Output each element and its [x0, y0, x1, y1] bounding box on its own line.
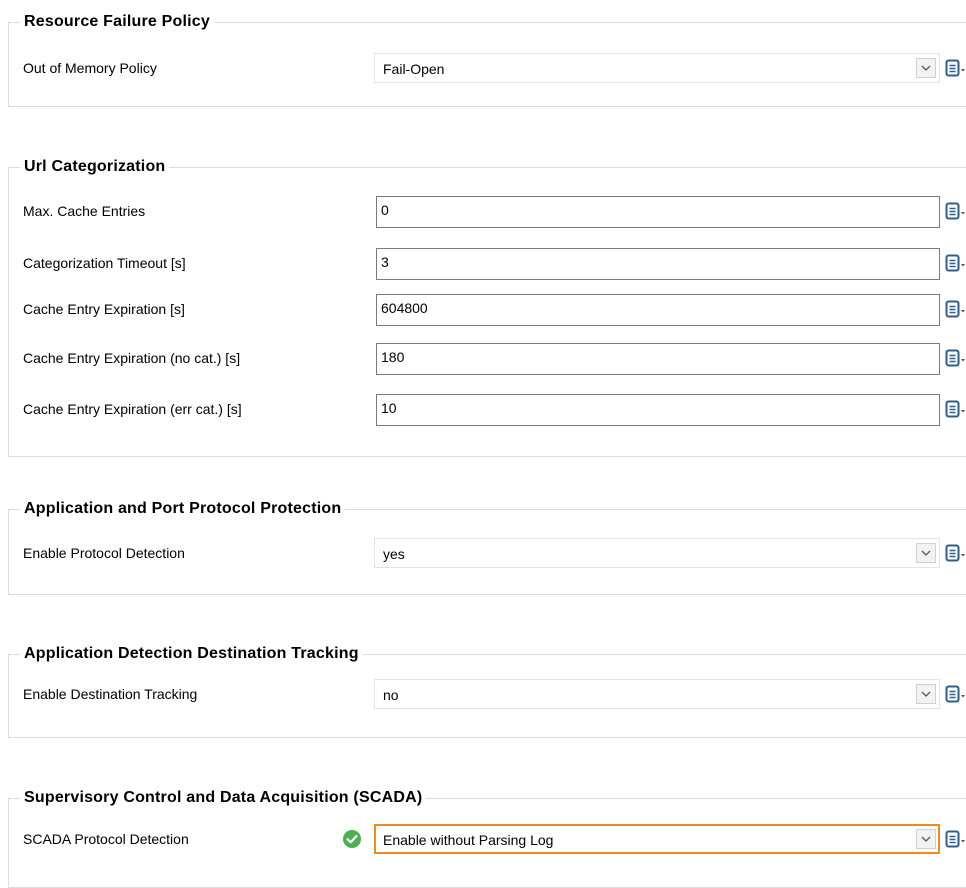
input-value: 180 [381, 349, 405, 365]
clipboard-menu-icon[interactable] [944, 201, 966, 221]
select-value: yes [383, 546, 405, 562]
cache-entry-expiration-no-cat-input[interactable]: 180 [376, 343, 940, 375]
enable-protocol-detection-select[interactable]: yes [374, 538, 940, 568]
clipboard-menu-icon[interactable] [944, 58, 966, 78]
max-cache-entries-input[interactable]: 0 [376, 196, 940, 228]
select-value: Fail-Open [383, 61, 445, 77]
field-label: Enable Protocol Detection [23, 545, 185, 561]
clipboard-menu-icon[interactable] [944, 829, 966, 849]
row-enable-destination-tracking: Enable Destination Tracking no [9, 679, 966, 709]
group-resource-failure-policy: Resource Failure Policy Out of Memory Po… [8, 12, 966, 107]
row-cache-entry-expiration: Cache Entry Expiration [s] 604800 [9, 294, 966, 326]
group-application-port-protocol-protection: Application and Port Protocol Protection… [8, 499, 966, 595]
input-value: 0 [381, 202, 389, 218]
row-max-cache-entries: Max. Cache Entries 0 [9, 196, 966, 228]
field-label: Categorization Timeout [s] [23, 255, 186, 271]
field-label: Out of Memory Policy [23, 60, 157, 76]
clipboard-menu-icon[interactable] [944, 684, 966, 704]
row-cache-entry-expiration-no-cat: Cache Entry Expiration (no cat.) [s] 180 [9, 343, 966, 375]
select-value: no [383, 687, 399, 703]
enable-destination-tracking-select[interactable]: no [374, 679, 940, 709]
group-title: Resource Failure Policy [20, 12, 215, 32]
cache-entry-expiration-input[interactable]: 604800 [376, 294, 940, 326]
select-value: Enable without Parsing Log [383, 832, 554, 848]
field-label: Cache Entry Expiration [s] [23, 301, 185, 317]
input-value: 604800 [381, 300, 428, 316]
check-circle-icon [342, 829, 362, 849]
input-value: 10 [381, 400, 397, 416]
group-title: Application and Port Protocol Protection [20, 499, 346, 519]
field-label: Cache Entry Expiration (err cat.) [s] [23, 401, 242, 417]
group-url-categorization: Url Categorization Max. Cache Entries 0 … [8, 157, 966, 457]
field-label: Cache Entry Expiration (no cat.) [s] [23, 350, 241, 366]
categorization-timeout-input[interactable]: 3 [376, 248, 940, 280]
field-label: Enable Destination Tracking [23, 686, 198, 702]
clipboard-menu-icon[interactable] [944, 399, 966, 419]
group-title: Url Categorization [20, 157, 170, 177]
group-title: Application Detection Destination Tracki… [20, 644, 363, 664]
row-enable-protocol-detection: Enable Protocol Detection yes [9, 538, 966, 568]
group-application-detection-destination-tracking: Application Detection Destination Tracki… [8, 644, 966, 738]
scada-protocol-detection-select[interactable]: Enable without Parsing Log [374, 824, 940, 854]
row-cache-entry-expiration-err-cat: Cache Entry Expiration (err cat.) [s] 10 [9, 394, 966, 426]
chevron-down-icon[interactable] [916, 684, 936, 704]
field-label: SCADA Protocol Detection [23, 831, 189, 847]
chevron-down-icon[interactable] [916, 829, 936, 849]
row-categorization-timeout: Categorization Timeout [s] 3 [9, 248, 966, 280]
row-scada-protocol-detection: SCADA Protocol Detection Enable without … [9, 824, 966, 854]
row-out-of-memory-policy: Out of Memory Policy Fail-Open [9, 53, 966, 83]
clipboard-menu-icon[interactable] [944, 299, 966, 319]
cache-entry-expiration-err-cat-input[interactable]: 10 [376, 394, 940, 426]
chevron-down-icon[interactable] [916, 543, 936, 563]
input-value: 3 [381, 254, 389, 270]
out-of-memory-policy-select[interactable]: Fail-Open [374, 53, 940, 83]
chevron-down-icon[interactable] [916, 58, 936, 78]
group-scada: Supervisory Control and Data Acquisition… [8, 788, 966, 888]
clipboard-menu-icon[interactable] [944, 348, 966, 368]
field-label: Max. Cache Entries [23, 203, 146, 219]
clipboard-menu-icon[interactable] [944, 253, 966, 273]
clipboard-menu-icon[interactable] [944, 543, 966, 563]
group-title: Supervisory Control and Data Acquisition… [20, 788, 427, 808]
